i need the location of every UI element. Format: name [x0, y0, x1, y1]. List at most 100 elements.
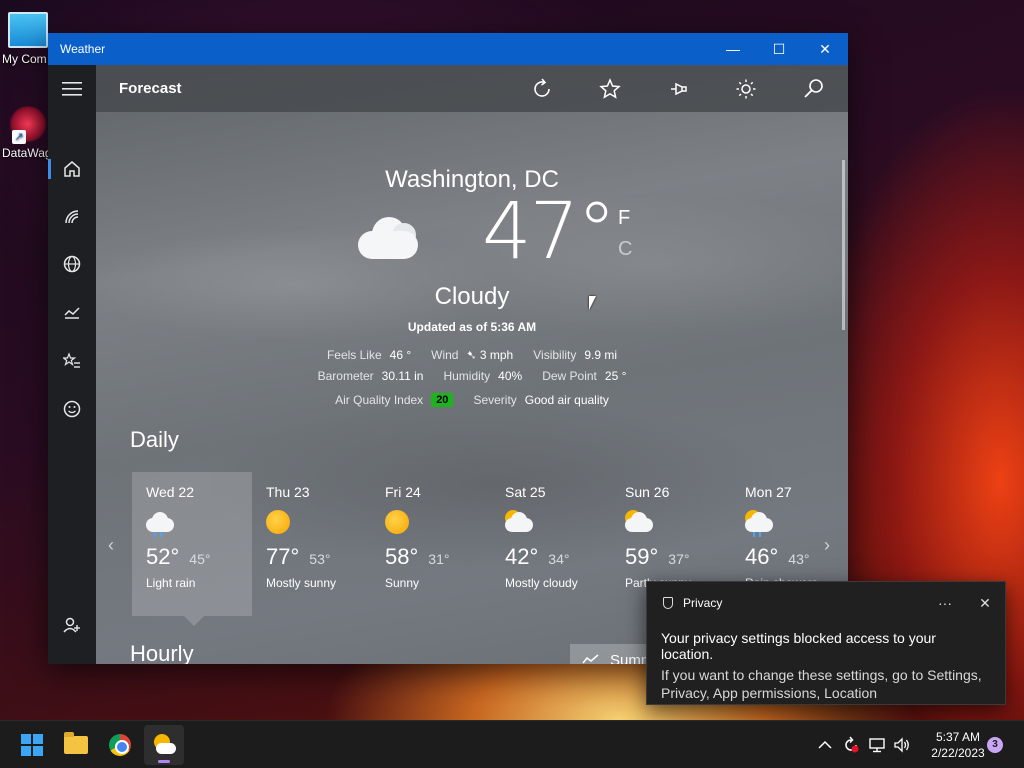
sync-error-icon: [845, 736, 859, 753]
shield-icon: [663, 597, 673, 609]
day-low: 31°: [428, 551, 450, 567]
computer-icon: [8, 12, 48, 48]
day-high: 46°: [745, 544, 779, 569]
day-low: 53°: [309, 551, 331, 567]
day-condition: Sunny: [385, 576, 420, 590]
rain-sun-icon: [745, 510, 773, 537]
start-button[interactable]: [12, 725, 52, 765]
hourly-title: Hourly: [130, 641, 194, 664]
sun-icon: [266, 510, 292, 536]
aqi-label: Air Quality Index: [335, 393, 424, 407]
dew-point-value: 25 °: [604, 369, 627, 383]
current-condition: Cloudy: [434, 283, 510, 310]
globe-icon[interactable]: [48, 244, 96, 284]
radar-icon[interactable]: [48, 197, 96, 237]
day-high: 77°: [266, 544, 300, 569]
wind-value: ➷ 3 mph: [466, 348, 514, 362]
notification-close-button[interactable]: ✕: [965, 595, 1005, 612]
weather-app-button[interactable]: [144, 725, 184, 765]
unit-celsius[interactable]: C: [618, 238, 632, 261]
brightness-icon[interactable]: [712, 65, 780, 112]
show-hidden-icons[interactable]: [818, 721, 832, 768]
location-name: Washington, DC: [385, 166, 559, 193]
updated-time: Updated as of 5:36 AM: [407, 320, 537, 334]
cloud-sun-icon: [625, 510, 653, 536]
visibility-label: Visibility: [533, 348, 577, 362]
chrome-button[interactable]: [100, 725, 140, 765]
day-low: 43°: [788, 551, 810, 567]
humidity-value: 40%: [498, 369, 523, 383]
windows-icon: [21, 734, 43, 756]
hamburger-icon[interactable]: [48, 69, 96, 109]
settings-icon[interactable]: [48, 653, 96, 664]
day-card[interactable]: Fri 24 58° 31° Sunny: [371, 472, 491, 616]
privacy-notification[interactable]: Privacy ··· ✕ Your privacy settings bloc…: [646, 581, 1006, 705]
day-high: 59°: [625, 544, 659, 569]
refresh-icon[interactable]: [508, 65, 576, 112]
clock-time: 5:37 AM: [935, 730, 981, 744]
taskbar: 5:37 AM 2/22/2023 3: [0, 720, 1024, 768]
pin-icon[interactable]: [644, 65, 712, 112]
sync-tray-icon[interactable]: [842, 721, 860, 768]
maximize-button[interactable]: ☐: [756, 33, 802, 65]
folder-icon: [64, 732, 88, 754]
notification-detail: If you want to change these settings, go…: [661, 667, 982, 701]
day-card[interactable]: Sat 25 42° 34° Mostly cloudy: [491, 472, 611, 616]
day-low: 37°: [668, 551, 690, 567]
scrollbar[interactable]: [842, 160, 845, 330]
chart-icon[interactable]: [48, 292, 96, 332]
notification-badge[interactable]: 3: [987, 737, 1003, 753]
volume-tray-icon[interactable]: [893, 721, 911, 768]
wind-label: Wind: [431, 348, 459, 362]
daily-title: Daily: [130, 427, 179, 452]
sidebar: [48, 65, 96, 664]
unit-fahrenheit[interactable]: F: [618, 207, 630, 230]
day-condition: Light rain: [146, 576, 196, 590]
dew-point-label: Dew Point: [542, 369, 597, 383]
notification-app-name: Privacy: [683, 596, 723, 610]
feels-like-label: Feels Like: [326, 348, 382, 362]
add-user-icon[interactable]: [48, 605, 96, 645]
day-name: Thu 23: [266, 484, 310, 500]
selection-pointer: [184, 616, 204, 626]
home-icon[interactable]: [48, 149, 96, 189]
day-name: Mon 27: [745, 484, 792, 500]
feels-like-value: 46 °: [389, 348, 412, 362]
taskbar-clock[interactable]: 5:37 AM 2/22/2023: [918, 729, 998, 761]
humidity-label: Humidity: [443, 369, 491, 383]
aqi-badge: 20: [431, 393, 454, 407]
network-tray-icon[interactable]: [868, 721, 886, 768]
network-icon: [869, 738, 885, 753]
minimize-button[interactable]: —: [710, 33, 756, 65]
title-bar[interactable]: Weather — ☐ ✕: [48, 33, 848, 65]
severity-label: Severity: [473, 393, 517, 407]
file-explorer-button[interactable]: [56, 725, 96, 765]
day-high: 52°: [146, 544, 180, 569]
cloud-sun-icon: [505, 510, 533, 536]
visibility-value: 9.9 mi: [584, 348, 618, 362]
day-card[interactable]: Thu 23 77° 53° Mostly sunny: [252, 472, 372, 616]
close-button[interactable]: ✕: [802, 33, 848, 65]
sun-icon: [385, 510, 411, 536]
forecast-panel: Forecast Washington, DC 47° F C Cloudy U…: [96, 65, 848, 664]
severity-value: Good air quality: [524, 393, 609, 407]
details-row-1: Feels Like 46 ° Wind ➷ 3 mph Visibility 9.9…: [96, 348, 848, 362]
page-title: Forecast: [119, 80, 182, 97]
day-name: Sat 25: [505, 484, 546, 500]
search-icon[interactable]: [780, 65, 848, 112]
details-row-3: Air Quality Index 20 Severity Good air qua…: [96, 393, 848, 407]
weather-window: Weather — ☐ ✕ Forecast Washington, DC 47…: [48, 33, 848, 664]
day-high: 58°: [385, 544, 419, 569]
datawag-icon: ↗: [8, 106, 48, 144]
chart-icon: [582, 654, 599, 664]
day-card[interactable]: Wed 22 52° 45° Light rain: [132, 472, 252, 616]
clock-date: 2/22/2023: [931, 746, 985, 760]
cloudy-icon: [358, 215, 418, 259]
chevron-left-icon[interactable]: ‹: [108, 535, 114, 556]
current-temperature: 47°: [482, 187, 616, 277]
smiley-icon[interactable]: [48, 389, 96, 429]
favorites-icon[interactable]: [48, 341, 96, 381]
more-options-button[interactable]: ···: [925, 595, 965, 611]
favorite-star-icon[interactable]: [576, 65, 644, 112]
day-name: Wed 22: [146, 484, 194, 500]
